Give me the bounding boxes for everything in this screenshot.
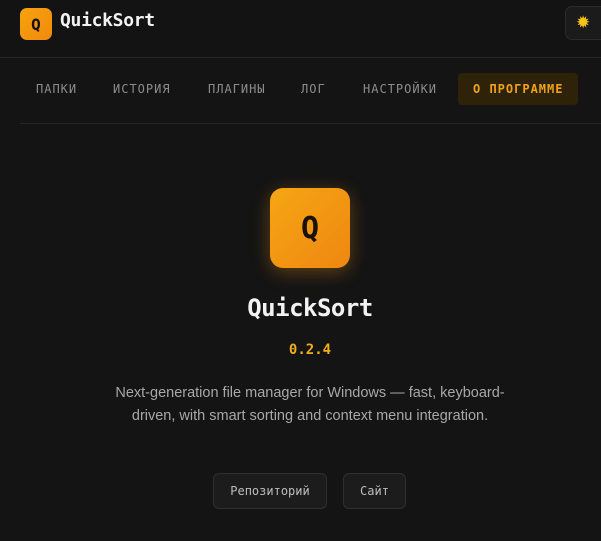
app-title: QuickSort	[60, 10, 155, 31]
app-logo: Q	[20, 8, 52, 40]
repository-button[interactable]: Репозиторий	[213, 473, 327, 509]
tab-settings[interactable]: НАСТРОЙКИ	[363, 73, 437, 105]
sun-icon: ✹	[576, 12, 591, 33]
about-logo-letter: Q	[300, 210, 320, 246]
app-version: 0.2.4	[288, 342, 332, 358]
about-app-name: QuickSort	[247, 294, 373, 322]
about-app-logo: Q	[270, 188, 350, 268]
tab-folders[interactable]: ПАПКИ	[36, 73, 77, 105]
app-description: Next-generation file manager for Windows…	[115, 385, 505, 424]
app-logo-letter: Q	[31, 14, 41, 34]
theme-toggle-button[interactable]: ✹	[565, 6, 601, 40]
tab-plugins[interactable]: ПЛАГИНЫ	[208, 73, 266, 105]
tab-history[interactable]: ИСТОРИЯ	[113, 73, 171, 105]
tab-log[interactable]: ЛОГ	[301, 73, 326, 105]
tab-about[interactable]: О ПРОГРАММЕ	[458, 73, 579, 105]
top-bar: Q QuickSort ✹	[0, 0, 601, 58]
website-button[interactable]: Сайт	[343, 473, 406, 509]
tab-bar: ПАПКИ ИСТОРИЯ ПЛАГИНЫ ЛОГ НАСТРОЙКИ О ПР…	[20, 58, 601, 124]
